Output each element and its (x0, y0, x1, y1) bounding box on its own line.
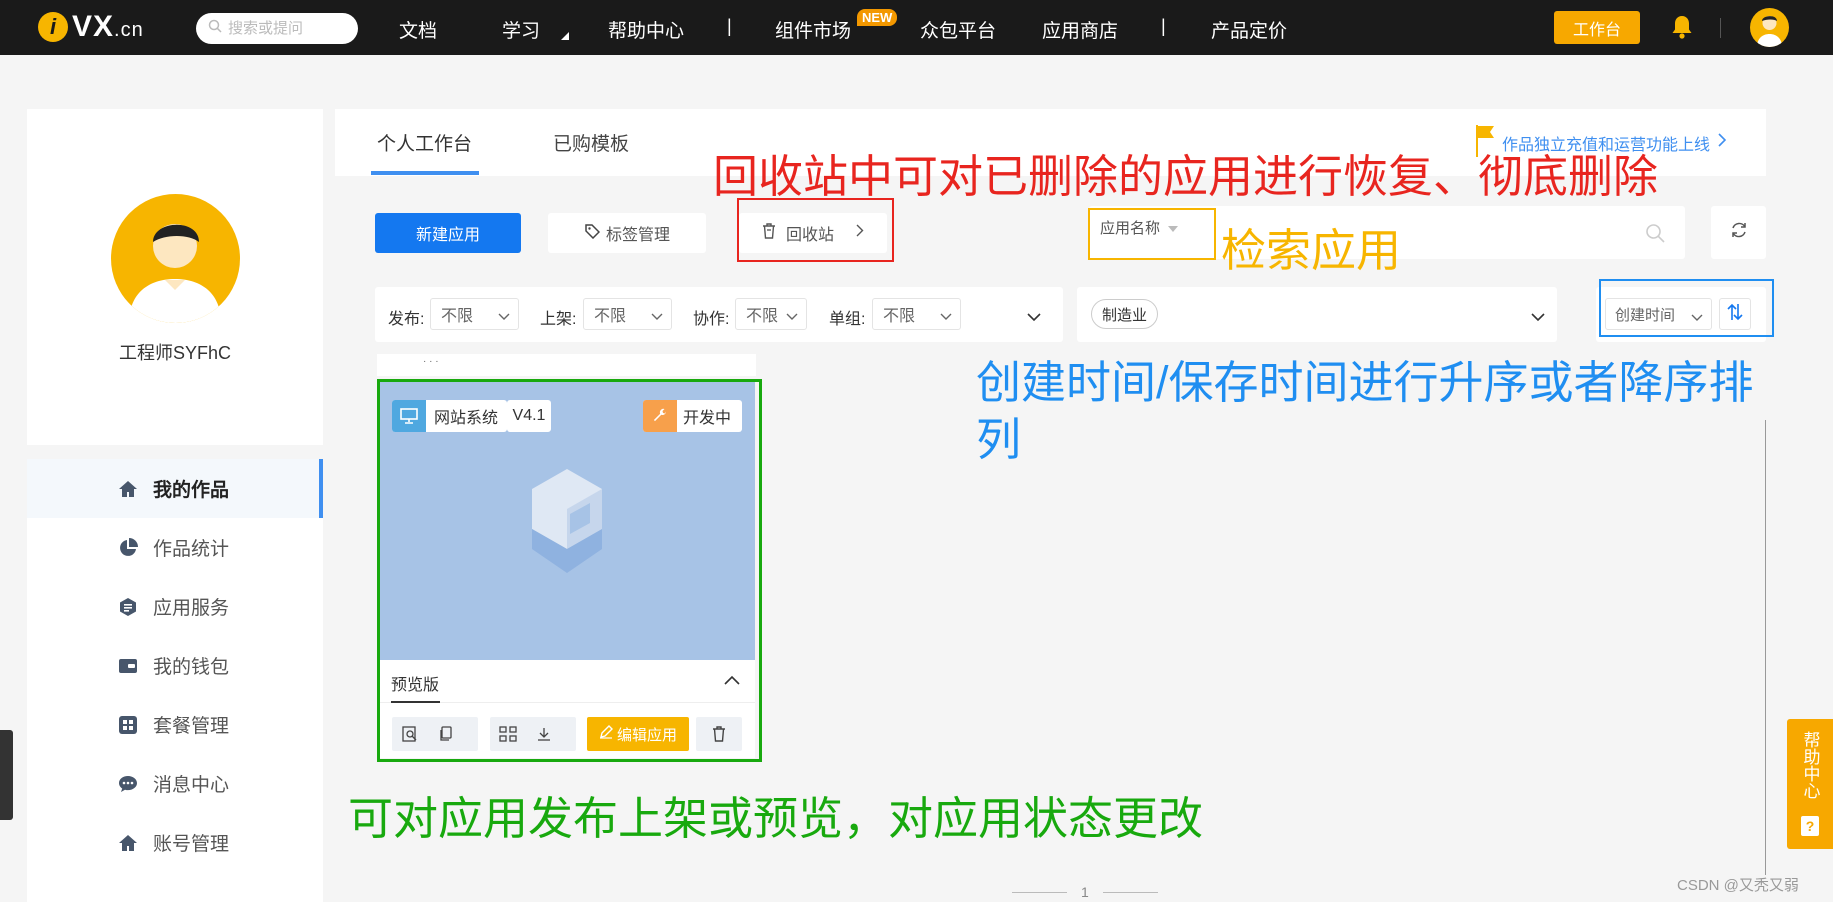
nav-learn[interactable]: 学习 (502, 16, 540, 43)
new-badge: NEW (857, 9, 898, 26)
nav-app-store[interactable]: 应用商店 (1042, 16, 1118, 43)
search-icon[interactable] (1645, 223, 1665, 248)
annotation-box-recycle (737, 198, 894, 262)
chevron-down-icon (498, 308, 510, 326)
annotation-box-sort (1599, 279, 1774, 337)
filter-group-select[interactable]: 不限 (872, 298, 961, 330)
filter-value: 不限 (883, 308, 916, 325)
nav-divider (1720, 18, 1721, 38)
nav-search-input[interactable] (228, 20, 348, 37)
search-icon (208, 19, 222, 38)
sidebar-item-app-services[interactable]: 应用服务 (27, 577, 323, 636)
filter-value: 不限 (746, 308, 779, 325)
sidebar-item-stats[interactable]: 作品统计 (27, 518, 323, 577)
nav-help-center[interactable]: 帮助中心 (608, 16, 684, 43)
filters-expand-icon[interactable] (1027, 309, 1041, 327)
nav-separator: | (1161, 16, 1166, 36)
pagination: 1 (998, 884, 1172, 900)
sidebar-separator (27, 445, 323, 459)
annotation-sort-line2: 列 (976, 414, 1022, 465)
learn-dropdown-icon (561, 32, 569, 40)
annotation-box-card (377, 379, 762, 762)
user-avatar[interactable] (1750, 8, 1789, 47)
sidebar-item-label: 我的钱包 (153, 657, 230, 678)
bell-icon[interactable] (1670, 14, 1694, 45)
nav-crowdsource[interactable]: 众包平台 (920, 16, 996, 43)
chevron-down-icon (651, 308, 663, 326)
chevron-down-icon (786, 308, 798, 326)
scroll-guide-line (1765, 420, 1766, 875)
active-tab-indicator (371, 171, 479, 175)
filter-label-listing: 上架: (540, 311, 577, 328)
sidebar-item-label: 应用服务 (153, 598, 230, 619)
annotation-sort-line1: 创建时间/保存时间进行升序或者降序排 (976, 357, 1754, 408)
filter-collab-select[interactable]: 不限 (735, 298, 807, 330)
sidebar-item-messages[interactable]: 消息中心 (27, 754, 323, 813)
tag-manage-label: 标签管理 (605, 227, 670, 244)
chat-icon (117, 773, 139, 795)
workbench-button[interactable]: 工作台 (1554, 11, 1640, 44)
filter-value: 不限 (441, 308, 474, 325)
sidebar-item-plans[interactable]: 套餐管理 (27, 695, 323, 754)
new-app-button[interactable]: 新建应用 (375, 213, 521, 253)
top-navbar: i VX.cn 文档 学习 帮助中心 | 组件市场 NEW 众包平台 应用商店 … (0, 0, 1833, 55)
pager-line (1012, 891, 1067, 893)
wallet-icon (117, 655, 139, 677)
profile-panel: 工程师SYFhC (27, 109, 323, 445)
question-icon: ? (1801, 816, 1819, 836)
logo-text: VX (72, 10, 115, 43)
logo-icon: i (38, 12, 68, 42)
help-float-label: 帮助中心 (1800, 731, 1820, 799)
annotation-search: 检索应用 (1221, 225, 1402, 276)
profile-avatar[interactable] (111, 194, 240, 323)
filter-label-collab: 协作: (693, 311, 730, 328)
pie-chart-icon (117, 537, 139, 559)
annotation-card: 可对应用发布上架或预览，对应用状态更改 (348, 793, 1204, 844)
sidebar-item-my-works[interactable]: 我的作品 (27, 459, 323, 518)
filter-label-publish: 发布: (388, 311, 425, 328)
sidebar-item-label: 我的作品 (153, 480, 230, 501)
logo-suffix: .cn (114, 19, 144, 41)
filter-label-group: 单组: (829, 311, 866, 328)
sidebar: 工程师SYFhC 我的作品 作品统计 应用服务 我的钱包 套餐管理 消息中心 账… (27, 109, 323, 902)
sidebar-item-wallet[interactable]: 我的钱包 (27, 636, 323, 695)
tags-expand-icon[interactable] (1531, 309, 1545, 327)
tag-icon (584, 223, 601, 244)
refresh-icon (1730, 221, 1748, 244)
logo[interactable]: i VX.cn (38, 10, 144, 44)
tag-manage-button[interactable]: 标签管理 (548, 213, 706, 253)
chevron-down-icon (940, 308, 952, 326)
card-strip: · · · (377, 354, 756, 376)
home-icon (117, 478, 139, 500)
tab-personal-workspace[interactable]: 个人工作台 (377, 129, 472, 156)
sidebar-item-label: 账号管理 (153, 834, 230, 855)
nav-component-market[interactable]: 组件市场 (775, 16, 851, 43)
sidebar-item-label: 作品统计 (153, 539, 230, 560)
grid-icon (117, 714, 139, 736)
username: 工程师SYFhC (118, 343, 232, 363)
sidebar-item-account[interactable]: 账号管理 (27, 813, 323, 872)
nav-docs[interactable]: 文档 (399, 16, 437, 43)
watermark: CSDN @又秃又弱 (1677, 877, 1799, 894)
service-icon (117, 596, 139, 618)
tag-pill[interactable]: 制造业 (1091, 299, 1159, 329)
filter-listing-select[interactable]: 不限 (583, 298, 672, 330)
annotation-recycle: 回收站中可对已删除的应用进行恢复、彻底删除 (713, 151, 1659, 202)
refresh-button[interactable] (1711, 206, 1766, 259)
left-edge-tab[interactable] (0, 730, 13, 820)
nav-separator: | (727, 16, 732, 36)
pager-line (1102, 891, 1158, 893)
more-dots: · · · (423, 356, 439, 367)
annotation-box-search (1088, 208, 1216, 260)
sidebar-item-label: 套餐管理 (153, 716, 230, 737)
filter-publish-select[interactable]: 不限 (430, 298, 519, 330)
sidebar-item-label: 消息中心 (153, 775, 230, 796)
nav-search[interactable] (196, 13, 358, 44)
filter-value: 不限 (594, 308, 627, 325)
home-icon (117, 832, 139, 854)
nav-pricing[interactable]: 产品定价 (1211, 16, 1287, 43)
chevron-right-icon (1718, 133, 1727, 152)
page-number[interactable]: 1 (1081, 884, 1089, 900)
tab-purchased-templates[interactable]: 已购模板 (553, 129, 629, 156)
